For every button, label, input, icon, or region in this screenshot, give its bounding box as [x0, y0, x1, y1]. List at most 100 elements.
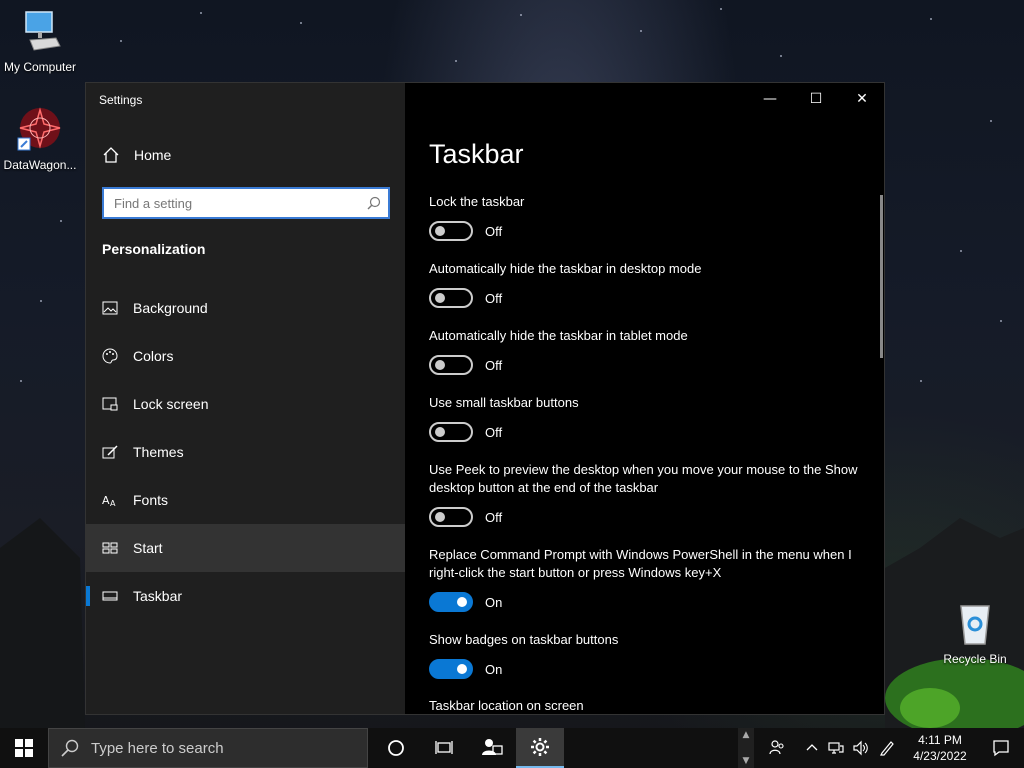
toggle-state: Off [485, 290, 503, 306]
toggle-state: On [485, 661, 503, 677]
option-label: Use Peek to preview the desktop when you… [429, 462, 858, 495]
toggle-switch[interactable] [429, 507, 473, 527]
toggle-knob [457, 664, 467, 674]
sidebar-item-start[interactable]: Start [86, 524, 405, 572]
sidebar-item-label: Start [133, 540, 163, 556]
computer-icon [16, 8, 64, 56]
chevron-up-icon[interactable]: ▲ [743, 730, 750, 740]
toggle-state: Off [485, 424, 503, 440]
toggle-switch[interactable] [429, 355, 473, 375]
page-title: Taskbar [429, 139, 524, 169]
option-powershell: Replace Command Prompt with Windows Powe… [429, 546, 869, 612]
sidebar-item-label: Background [133, 300, 208, 316]
settings-search-box[interactable] [102, 187, 390, 219]
option-autohide-tablet: Automatically hide the taskbar in tablet… [429, 327, 869, 375]
maximize-button[interactable]: ☐ [793, 83, 839, 115]
toggle-switch[interactable] [429, 422, 473, 442]
option-autohide-desktop: Automatically hide the taskbar in deskto… [429, 260, 869, 308]
search-icon[interactable] [360, 189, 388, 217]
settings-content: — ☐ ✕ Taskbar Lock the taskbar Off Autom… [405, 83, 884, 714]
taskbar-scroll[interactable]: ▲ ▼ [738, 728, 754, 768]
toggle-state: Off [485, 223, 503, 239]
people-tray-button[interactable] [754, 728, 800, 768]
volume-button[interactable] [848, 728, 872, 768]
taskbar-search-text: Type here to search [91, 739, 224, 757]
toggle-knob [435, 226, 445, 236]
windows-logo-icon [15, 739, 33, 757]
clock[interactable]: 4:11 PM 4/23/2022 [902, 732, 978, 764]
toggle-knob [435, 360, 445, 370]
network-icon [828, 742, 844, 754]
window-controls: — ☐ ✕ [747, 83, 884, 115]
option-badges: Show badges on taskbar buttons On [429, 631, 869, 679]
toggle-state: On [485, 594, 503, 610]
people-tray-icon [769, 740, 784, 755]
content-scrollbar[interactable] [880, 195, 883, 358]
chevron-up-icon [806, 744, 818, 751]
svg-text:A: A [102, 494, 110, 507]
toggle-state: Off [485, 509, 503, 525]
lock-screen-icon [102, 396, 118, 412]
option-label: Automatically hide the taskbar in deskto… [429, 261, 702, 276]
sidebar-item-label: Colors [133, 348, 174, 364]
option-peek: Use Peek to preview the desktop when you… [429, 461, 869, 527]
start-button[interactable] [0, 728, 48, 768]
sidebar-item-label: Fonts [133, 492, 169, 508]
sidebar-item-taskbar[interactable]: Taskbar [86, 572, 405, 620]
taskbar-options: Lock the taskbar Off Automatically hide … [429, 193, 869, 714]
notification-icon [993, 740, 1009, 757]
toggle-state: Off [485, 357, 503, 373]
toggle-knob [435, 427, 445, 437]
datawagon-logo-icon [16, 106, 64, 154]
taskbar-search-box[interactable]: Type here to search [48, 728, 368, 768]
settings-sidebar: Settings Home Personalization Background [86, 83, 405, 714]
personalization-nav: Background Colors Lock screen Themes A A… [86, 284, 405, 620]
sidebar-item-fonts[interactable]: AA Fonts [86, 476, 405, 524]
home-button[interactable]: Home [86, 137, 405, 173]
start-tiles-icon [102, 540, 118, 556]
minimize-button[interactable]: — [747, 83, 793, 115]
toggle-knob [457, 597, 467, 607]
pen-workspace-button[interactable] [872, 728, 902, 768]
toggle-switch[interactable] [429, 288, 473, 308]
people-app-button[interactable] [468, 728, 516, 768]
sidebar-item-themes[interactable]: Themes [86, 428, 405, 476]
settings-window: Settings Home Personalization Background [85, 82, 885, 715]
sidebar-item-background[interactable]: Background [86, 284, 405, 332]
sidebar-item-colors[interactable]: Colors [86, 332, 405, 380]
system-tray: ▲ ▼ 4:11 PM 4/23/2022 [738, 728, 1024, 768]
people-icon [482, 739, 503, 755]
option-label: Use small taskbar buttons [429, 395, 579, 410]
option-lock-taskbar: Lock the taskbar Off [429, 193, 869, 241]
desktop-icon-datawagon[interactable]: DataWagon... [0, 106, 80, 172]
section-title: Personalization [102, 241, 206, 257]
option-label: Replace Command Prompt with Windows Powe… [429, 547, 852, 580]
taskbar-icon [102, 588, 118, 604]
home-icon [102, 146, 120, 164]
clock-time: 4:11 PM [918, 733, 962, 747]
action-center-button[interactable] [978, 728, 1024, 768]
chevron-down-icon[interactable]: ▼ [743, 756, 750, 766]
task-view-icon [435, 741, 453, 754]
speaker-icon [853, 740, 868, 756]
toggle-switch[interactable] [429, 221, 473, 241]
desktop-icon-my-computer[interactable]: My Computer [0, 8, 80, 74]
sidebar-item-label: Lock screen [133, 396, 209, 412]
desktop-icon-recycle-bin[interactable]: Recycle Bin [935, 600, 1015, 666]
close-button[interactable]: ✕ [839, 83, 884, 115]
show-hidden-icons-button[interactable] [800, 728, 824, 768]
sidebar-item-lock-screen[interactable]: Lock screen [86, 380, 405, 428]
svg-text:A: A [110, 499, 116, 508]
search-input[interactable] [104, 189, 360, 217]
settings-taskbar-button[interactable] [516, 728, 564, 768]
toggle-switch[interactable] [429, 592, 473, 612]
desktop-icon-label: Recycle Bin [943, 652, 1007, 666]
cortana-button[interactable] [372, 728, 420, 768]
clock-date: 4/23/2022 [913, 749, 967, 763]
window-title: Settings [99, 93, 143, 107]
desktop-icon-label: DataWagon... [3, 158, 77, 172]
network-button[interactable] [824, 728, 848, 768]
sidebar-item-label: Themes [133, 444, 184, 460]
task-view-button[interactable] [420, 728, 468, 768]
toggle-switch[interactable] [429, 659, 473, 679]
